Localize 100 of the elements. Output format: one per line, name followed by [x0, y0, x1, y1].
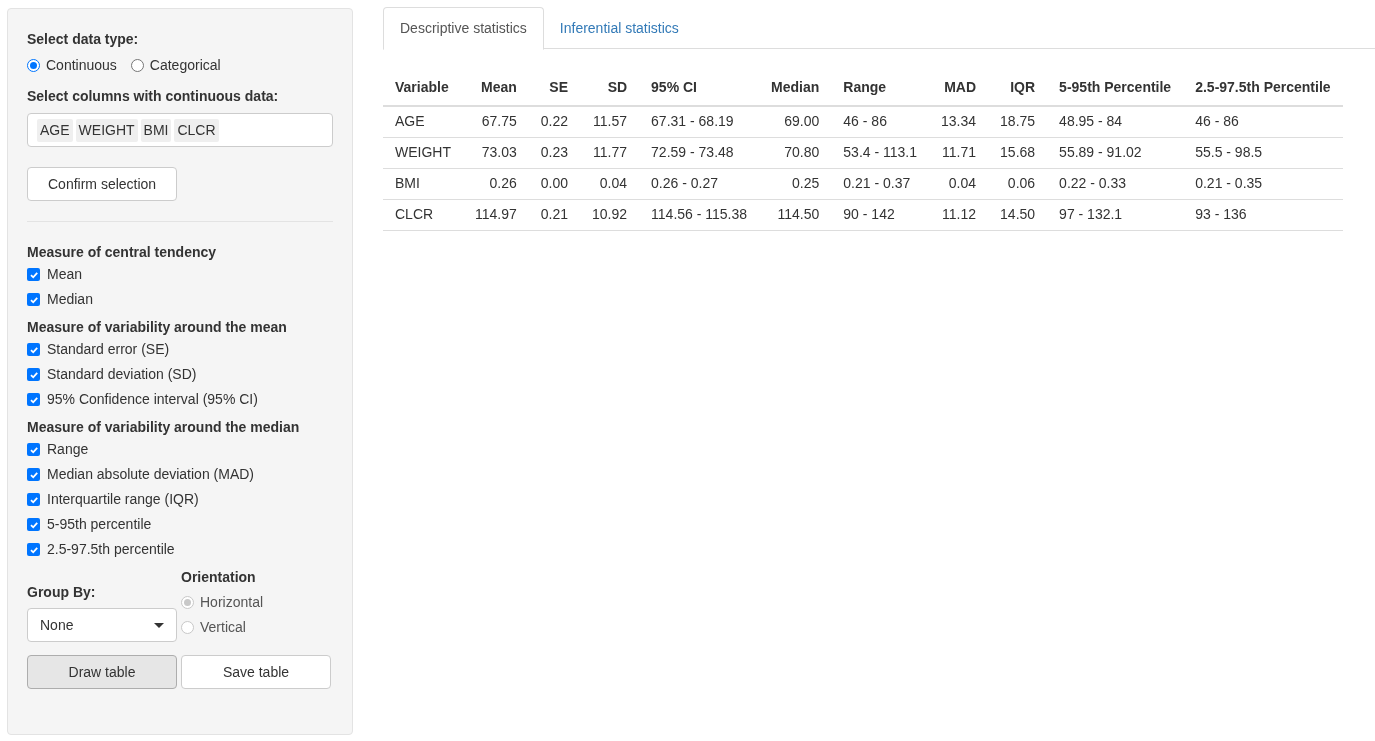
group-title: Measure of variability around the mean	[27, 318, 288, 337]
column-header: SE	[528, 69, 581, 106]
table-cell: 72.59 - 73.48	[639, 137, 760, 168]
radio-label: Continuous	[46, 56, 117, 75]
table-cell: 14.50	[988, 199, 1048, 230]
table-cell: BMI	[383, 168, 463, 199]
table-cell: 0.00	[528, 168, 581, 199]
table-cell: 0.04	[929, 168, 989, 199]
table-cell: 93 - 136	[1183, 199, 1343, 230]
radio-label: Vertical	[200, 618, 246, 637]
table-cell: 0.21 - 0.35	[1183, 168, 1343, 199]
dropdown-value: None	[40, 615, 74, 635]
table-cell: 97 - 132.1	[1047, 199, 1184, 230]
field-label: Group By:	[27, 583, 97, 602]
table-cell: 55.89 - 91.02	[1047, 137, 1184, 168]
table-cell: 69.00	[759, 106, 832, 137]
selected-tag[interactable]: BMI	[140, 118, 172, 142]
checkbox-label: 95% Confidence interval (95% CI)	[47, 390, 258, 409]
table-cell: 13.34	[929, 106, 989, 137]
checkbox-label: 2.5-97.5th percentile	[47, 540, 175, 559]
table-cell: 48.95 - 84	[1047, 106, 1184, 137]
field-label: Orientation	[181, 568, 257, 587]
table-cell: 0.26 - 0.27	[639, 168, 760, 199]
table-cell: 90 - 142	[831, 199, 929, 230]
column-header: SD	[580, 69, 640, 106]
table-cell: 18.75	[988, 106, 1048, 137]
table-cell: AGE	[383, 106, 463, 137]
field-label: Select data type:	[27, 30, 140, 49]
checkbox-label: Median	[47, 290, 93, 309]
checkbox-label: 5-95th percentile	[47, 515, 152, 534]
checkbox[interactable]	[27, 468, 40, 481]
group-title: Measure of central tendency	[27, 243, 218, 262]
checkbox[interactable]	[27, 493, 40, 506]
checkbox-label: Median absolute deviation (MAD)	[47, 465, 254, 484]
checkbox[interactable]	[27, 268, 40, 281]
table-cell: 11.12	[929, 199, 989, 230]
table-cell: 114.56 - 115.38	[639, 199, 760, 230]
radio-button[interactable]	[27, 59, 40, 72]
selected-tag[interactable]: AGE	[37, 118, 73, 142]
table-cell: CLCR	[383, 199, 463, 230]
radio-label: Horizontal	[200, 593, 264, 612]
checkbox-label: Range	[47, 440, 89, 459]
checkbox-label: Standard error (SE)	[47, 340, 170, 359]
selected-tag[interactable]: CLCR	[174, 118, 219, 142]
checkbox[interactable]	[27, 293, 40, 306]
checkbox[interactable]	[27, 393, 40, 406]
table-cell: 11.77	[580, 137, 640, 168]
table-cell: 11.71	[929, 137, 989, 168]
checkbox[interactable]	[27, 518, 40, 531]
table-cell: 0.23	[528, 137, 581, 168]
table-cell: 0.04	[580, 168, 640, 199]
table-cell: 0.21	[528, 199, 581, 230]
table-cell: 46 - 86	[1183, 106, 1343, 137]
column-header: MAD	[929, 69, 989, 106]
radio-label: Categorical	[149, 56, 221, 75]
column-header: IQR	[988, 69, 1048, 106]
table-cell: 0.22	[528, 106, 581, 137]
column-header: Mean	[463, 69, 529, 106]
column-header: 2.5-97.5th Percentile	[1183, 69, 1343, 106]
checkbox[interactable]	[27, 543, 40, 556]
table-cell: 46 - 86	[831, 106, 929, 137]
table-cell: 0.06	[988, 168, 1048, 199]
checkbox[interactable]	[27, 343, 40, 356]
checkbox-label: Mean	[47, 265, 83, 284]
checkbox[interactable]	[27, 443, 40, 456]
table-cell: 11.57	[580, 106, 640, 137]
table-cell: 0.21 - 0.37	[831, 168, 929, 199]
group-by-dropdown[interactable]: None	[27, 608, 177, 642]
tab[interactable]: Descriptive statistics	[383, 7, 544, 50]
table-action-button[interactable]: Save table	[181, 655, 331, 689]
table-action-button[interactable]: Draw table	[27, 655, 177, 689]
caret-icon	[154, 622, 164, 628]
tab[interactable]: Inferential statistics	[543, 7, 695, 49]
confirm-button[interactable]: Confirm selection	[27, 167, 178, 201]
table-cell: 67.31 - 68.19	[639, 106, 760, 137]
table-cell: 55.5 - 98.5	[1183, 137, 1343, 168]
table-cell: 73.03	[463, 137, 529, 168]
multi-select-field[interactable]: AGE WEIGHT BMI CLCR	[27, 113, 333, 147]
column-header: Median	[759, 69, 832, 106]
table-cell: 70.80	[759, 137, 832, 168]
column-header: Variable	[383, 69, 463, 106]
table-cell: WEIGHT	[383, 137, 463, 168]
column-header: 5-95th Percentile	[1047, 69, 1184, 106]
column-header: 95% CI	[639, 69, 760, 106]
table-cell: 0.22 - 0.33	[1047, 168, 1184, 199]
group-title: Measure of variability around the median	[27, 418, 301, 437]
radio-button[interactable]	[130, 59, 144, 72]
table-cell: 0.25	[759, 168, 832, 199]
column-header: Range	[831, 69, 929, 106]
checkbox-label: Standard deviation (SD)	[47, 365, 197, 384]
table-cell: 0.26	[463, 168, 529, 199]
table-cell: 10.92	[580, 199, 640, 230]
table-cell: 67.75	[463, 106, 529, 137]
table-cell: 114.50	[759, 199, 832, 230]
table-cell: 114.97	[463, 199, 529, 230]
checkbox[interactable]	[27, 368, 40, 381]
table-cell: 15.68	[988, 137, 1048, 168]
table-cell: 53.4 - 113.1	[831, 137, 929, 168]
field-label: Select columns with continuous data:	[27, 87, 280, 106]
selected-tag[interactable]: WEIGHT	[75, 118, 138, 142]
